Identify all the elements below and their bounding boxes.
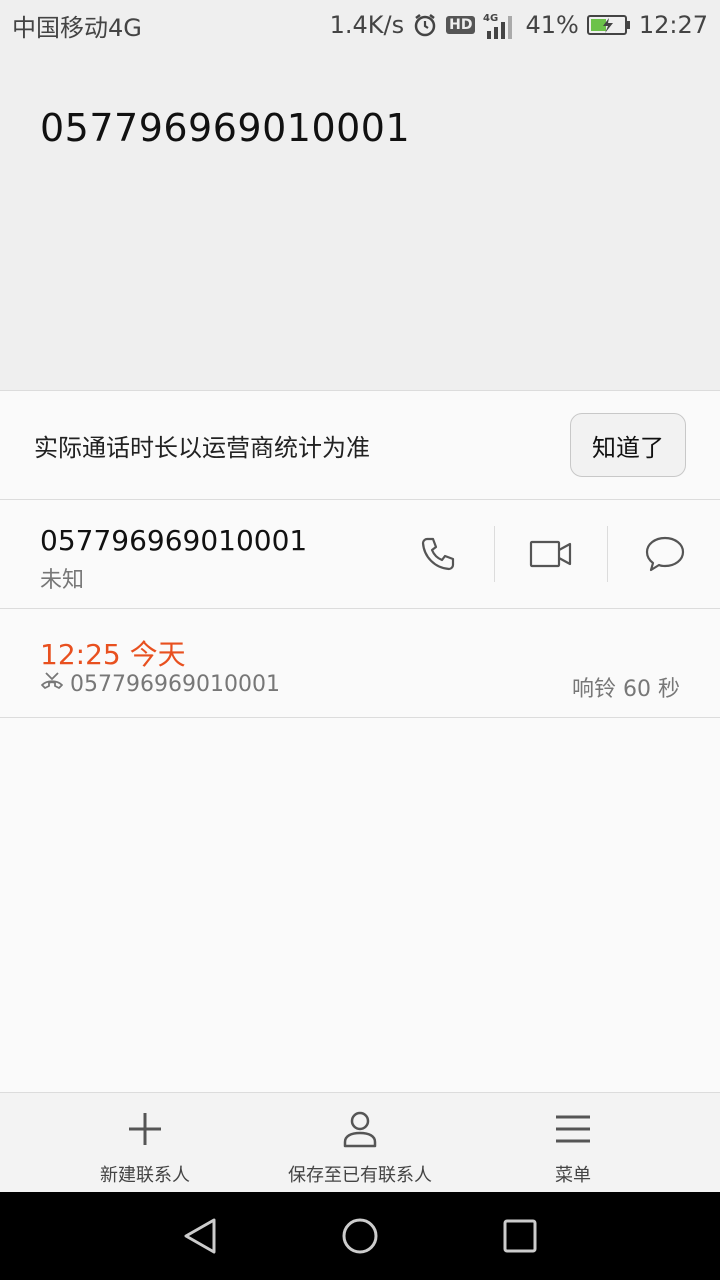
save-to-existing-contact-button[interactable]: 保存至已有联系人 <box>270 1093 450 1193</box>
carrier-label: 中国移动4G <box>12 13 142 42</box>
new-contact-label: 新建联系人 <box>100 1165 190 1186</box>
menu-button[interactable]: 菜单 <box>518 1093 628 1193</box>
battery-percent: 41% <box>525 11 579 39</box>
page-title: 057796969010001 <box>40 106 411 150</box>
clock: 12:27 <box>638 11 708 39</box>
alarm-icon <box>412 12 438 38</box>
acknowledge-button[interactable]: 知道了 <box>570 413 686 477</box>
menu-label: 菜单 <box>555 1165 591 1186</box>
signal-icon: 4G <box>483 11 517 39</box>
phone-icon[interactable] <box>410 526 466 582</box>
call-number: 057796969010001 <box>70 671 280 697</box>
contact-row: 057796969010001 未知 <box>0 500 720 609</box>
call-record-item[interactable]: 12:25 今天 057796969010001 响铃 60 秒 <box>0 609 720 718</box>
contact-location: 未知 <box>40 568 85 593</box>
home-icon[interactable] <box>338 1214 382 1258</box>
call-time: 12:25 今天 <box>40 638 186 671</box>
battery-charging-icon <box>586 14 631 36</box>
network-speed: 1.4K/s <box>329 11 405 39</box>
status-right: 1.4K/s HD 4G 41% 12:27 <box>330 11 708 39</box>
missed-call-icon <box>40 671 64 697</box>
save-to-existing-contact-label: 保存至已有联系人 <box>288 1165 432 1186</box>
recents-icon[interactable] <box>498 1214 542 1258</box>
notice-text: 实际通话时长以运营商统计为准 <box>34 433 370 462</box>
person-icon <box>340 1109 380 1153</box>
status-bar: 中国移动4G 1.4K/s HD 4G 41% 12:27 <box>0 0 720 50</box>
action-divider <box>494 526 495 582</box>
network-type-label: 4G <box>483 13 498 24</box>
action-divider <box>607 526 608 582</box>
bottom-toolbar: 新建联系人 保存至已有联系人 菜单 <box>0 1092 720 1192</box>
header: 057796969010001 <box>0 50 720 390</box>
message-icon[interactable] <box>637 526 693 582</box>
navigation-bar <box>0 1192 720 1280</box>
new-contact-button[interactable]: 新建联系人 <box>70 1093 220 1193</box>
notice-banner: 实际通话时长以运营商统计为准 知道了 <box>0 390 720 500</box>
call-detail: 057796969010001 <box>40 671 280 697</box>
call-duration: 响铃 60 秒 <box>572 677 680 702</box>
contact-number: 057796969010001 <box>40 524 308 557</box>
menu-icon <box>553 1109 593 1153</box>
back-icon[interactable] <box>178 1214 222 1258</box>
hd-voice-badge: HD <box>446 16 476 34</box>
video-call-icon[interactable] <box>523 526 579 582</box>
plus-icon <box>125 1109 165 1153</box>
